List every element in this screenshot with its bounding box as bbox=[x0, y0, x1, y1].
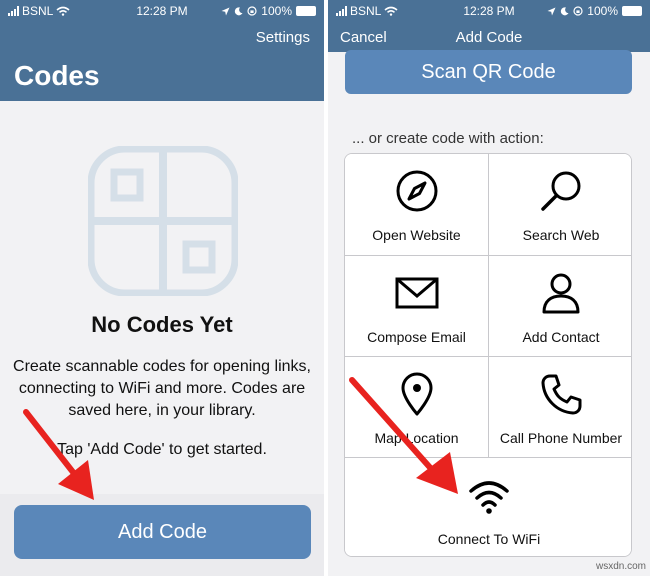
status-right: 100% bbox=[547, 4, 642, 18]
qr-code-placeholder-icon bbox=[88, 146, 238, 296]
action-compose-email[interactable]: Compose Email bbox=[345, 256, 488, 356]
moon-icon bbox=[561, 6, 569, 15]
action-label: Compose Email bbox=[367, 329, 466, 345]
action-label: Add Contact bbox=[522, 329, 600, 345]
add-code-button[interactable]: Add Code bbox=[14, 505, 311, 559]
rotation-lock-icon bbox=[247, 6, 257, 16]
battery-percent: 100% bbox=[587, 4, 618, 18]
action-label: Open Website bbox=[372, 227, 461, 243]
codes-nav-bar: BSNL 12:28 PM 100% Settings Codes bbox=[0, 0, 324, 101]
status-bar: BSNL 12:28 PM 100% bbox=[328, 0, 650, 22]
action-connect-to-wifi[interactable]: Connect To WiFi bbox=[345, 458, 631, 556]
grid-divider bbox=[345, 457, 631, 458]
grid-divider bbox=[345, 255, 631, 256]
moon-icon bbox=[235, 6, 243, 15]
action-call-phone-number[interactable]: Call Phone Number bbox=[489, 357, 631, 457]
add-code-screen: BSNL 12:28 PM 100% Cancel Add Code Scan … bbox=[328, 0, 650, 576]
settings-button[interactable]: Settings bbox=[256, 29, 310, 46]
section-header: ... or create code with action: bbox=[352, 130, 544, 147]
wifi-icon bbox=[469, 481, 509, 514]
rotation-lock-icon bbox=[573, 6, 583, 16]
action-add-contact[interactable]: Add Contact bbox=[489, 256, 631, 356]
location-arrow-icon bbox=[547, 7, 556, 15]
action-label: Search Web bbox=[522, 227, 600, 243]
grid-divider bbox=[488, 154, 489, 457]
page-title: Codes bbox=[14, 60, 100, 91]
envelope-icon bbox=[395, 277, 438, 309]
action-label: Map Location bbox=[374, 430, 459, 446]
action-search-web[interactable]: Search Web bbox=[489, 154, 631, 255]
battery-icon bbox=[622, 6, 642, 16]
compass-icon bbox=[396, 170, 437, 212]
watermark: wsxdn.com bbox=[595, 561, 646, 572]
status-bar: BSNL 12:28 PM 100% bbox=[0, 0, 324, 22]
action-map-location[interactable]: Map Location bbox=[345, 357, 488, 457]
battery-icon bbox=[296, 6, 316, 16]
action-open-website[interactable]: Open Website bbox=[345, 154, 488, 255]
status-right: 100% bbox=[221, 4, 316, 18]
action-label: Call Phone Number bbox=[499, 430, 623, 446]
empty-state-hint: Tap 'Add Code' to get started. bbox=[57, 441, 267, 458]
location-arrow-icon bbox=[221, 7, 230, 15]
person-icon bbox=[542, 273, 580, 314]
codes-screen: BSNL 12:28 PM 100% Settings Codes No Cod… bbox=[0, 0, 324, 576]
page-title: Add Code bbox=[455, 29, 523, 46]
grid-divider bbox=[345, 356, 631, 357]
magnifier-icon bbox=[541, 171, 581, 211]
empty-state-description: Create scannable codes for opening links… bbox=[13, 358, 311, 419]
phone-icon bbox=[541, 374, 582, 415]
action-label: Connect To WiFi bbox=[437, 531, 541, 547]
empty-state-title: No Codes Yet bbox=[91, 312, 233, 337]
scan-qr-code-button[interactable]: Scan QR Code bbox=[345, 50, 632, 94]
map-pin-icon bbox=[401, 372, 432, 416]
add-code-nav-bar: BSNL 12:28 PM 100% Cancel Add Code bbox=[328, 0, 650, 52]
battery-percent: 100% bbox=[261, 4, 292, 18]
action-grid: Open Website Search Web Compose Email Ad… bbox=[344, 153, 632, 557]
